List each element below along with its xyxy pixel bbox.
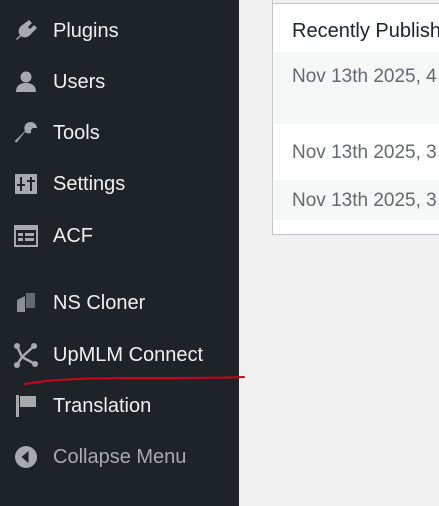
- collapse-menu-button[interactable]: Collapse Menu: [0, 437, 239, 477]
- publish-date: Nov 13th 2025, 3: [292, 142, 437, 163]
- flag-icon: [12, 392, 40, 420]
- wp-admin-screen: Plugins Users Tools Settings ACF NS Clon…: [0, 0, 439, 506]
- wrench-icon: [12, 119, 40, 147]
- recently-published-widget: Recently Publish Nov 13th 2025, 4 Nov 13…: [272, 0, 439, 235]
- sidebar-item-ns-cloner[interactable]: NS Cloner: [0, 283, 239, 323]
- sidebar-item-label: ACF: [53, 224, 93, 247]
- sidebar-item-label: Users: [53, 70, 106, 93]
- sidebar-item-users[interactable]: Users: [0, 62, 239, 102]
- widget-title: Recently Publish: [292, 20, 439, 42]
- sidebar-item-label: Collapse Menu: [53, 445, 187, 468]
- cloner-icon: [12, 289, 40, 317]
- sidebar-item-acf[interactable]: ACF: [0, 216, 239, 256]
- widget-header-edge: [273, 0, 439, 4]
- collapse-arrow-icon: [12, 443, 40, 471]
- plugin-icon: [12, 17, 40, 45]
- sidebar-item-plugins[interactable]: Plugins: [0, 11, 239, 51]
- sidebar-item-label: NS Cloner: [53, 291, 146, 314]
- admin-sidebar: Plugins Users Tools Settings ACF NS Clon…: [0, 0, 239, 506]
- list-item: Nov 13th 2025, 3: [274, 124, 439, 180]
- sidebar-item-label: Tools: [53, 121, 100, 144]
- sidebar-item-translation[interactable]: Translation: [0, 386, 239, 426]
- list-item: Nov 13th 2025, 4: [274, 52, 439, 124]
- sidebar-item-label: UpMLM Connect: [53, 343, 204, 366]
- publish-date: Nov 13th 2025, 3: [292, 190, 437, 211]
- network-icon: [12, 341, 40, 369]
- list-item: Nov 13th 2025, 3: [274, 180, 439, 220]
- user-icon: [12, 68, 40, 96]
- table-icon: [12, 222, 40, 250]
- publish-date: Nov 13th 2025, 4: [292, 66, 437, 87]
- sidebar-item-settings[interactable]: Settings: [0, 164, 239, 204]
- sidebar-item-upmlm-connect[interactable]: UpMLM Connect: [0, 335, 239, 375]
- sliders-icon: [12, 170, 40, 198]
- sidebar-item-label: Translation: [53, 394, 152, 417]
- sidebar-item-label: Plugins: [53, 19, 119, 42]
- sidebar-item-tools[interactable]: Tools: [0, 113, 239, 153]
- sidebar-item-label: Settings: [53, 172, 126, 195]
